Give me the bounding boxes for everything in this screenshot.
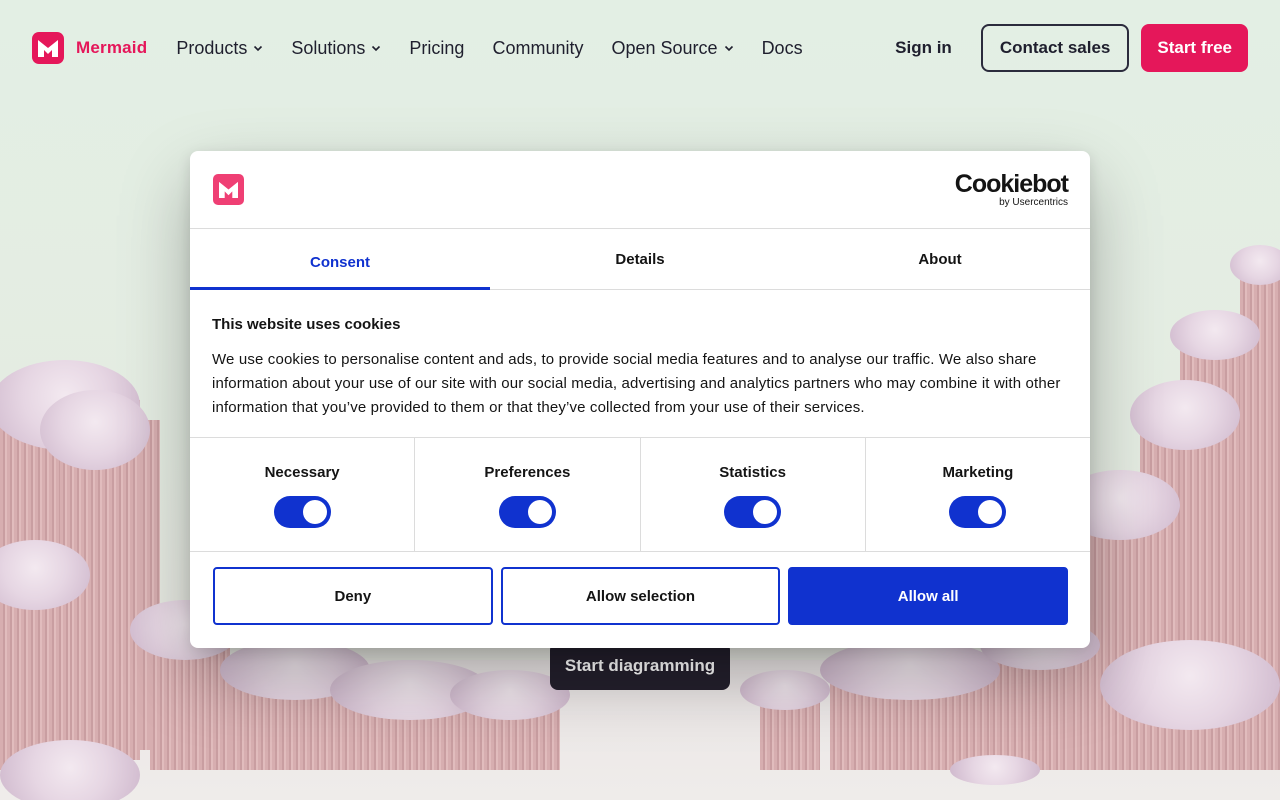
category-marketing: Marketing	[866, 438, 1090, 551]
consent-actions: Deny Allow selection Allow all	[190, 552, 1090, 625]
toggle-knob	[753, 500, 778, 524]
chevron-down-icon	[724, 45, 733, 52]
chevron-down-icon	[372, 45, 381, 52]
nav-open-source[interactable]: Open Source	[611, 38, 733, 59]
nav-label: Pricing	[409, 37, 465, 58]
cookiebot-byline: by Usercentrics	[999, 197, 1068, 208]
category-label: Statistics	[719, 464, 786, 481]
primary-nav: Products Solutions Pricing Community Ope…	[176, 38, 830, 59]
dialog-tabs: Consent Details About	[190, 229, 1090, 290]
nav-products[interactable]: Products	[176, 38, 263, 59]
consent-title: This website uses cookies	[212, 316, 401, 333]
cookie-consent-dialog: Cookiebot by Usercentrics Consent Detail…	[190, 151, 1090, 648]
nav-label: Docs	[761, 37, 803, 58]
toggle-knob	[527, 500, 552, 524]
toggle-knob	[978, 500, 1003, 524]
category-label: Necessary	[264, 464, 340, 481]
cookiebot-logo[interactable]: Cookiebot by Usercentrics	[954, 170, 1069, 208]
brand-logo[interactable]: Mermaid	[32, 32, 147, 64]
category-necessary: Necessary	[190, 438, 416, 551]
toggle-knob	[302, 500, 327, 524]
necessary-toggle[interactable]	[273, 496, 331, 528]
category-statistics: Statistics	[641, 438, 866, 551]
chevron-down-icon	[254, 45, 263, 52]
nav-actions: Sign in Contact sales Start free	[895, 24, 1248, 72]
nav-label: Products	[176, 37, 248, 58]
marketing-toggle[interactable]	[949, 496, 1007, 528]
nav-pricing[interactable]: Pricing	[409, 38, 464, 59]
tab-about[interactable]: About	[790, 229, 1090, 289]
coral-cap	[1170, 310, 1260, 360]
nav-label: Open Source	[611, 37, 718, 58]
dialog-header: Cookiebot by Usercentrics	[190, 151, 1090, 229]
consent-body: This website uses cookies We use cookies…	[190, 290, 1090, 438]
consent-description: We use cookies to personalise content an…	[212, 351, 1061, 416]
tab-details[interactable]: Details	[490, 229, 790, 289]
nav-docs[interactable]: Docs	[762, 38, 803, 59]
start-free-button[interactable]: Start free	[1141, 24, 1248, 72]
mermaid-logo-icon	[32, 32, 64, 64]
tab-consent[interactable]: Consent	[190, 229, 490, 290]
coral-cap	[950, 755, 1040, 785]
statistics-toggle[interactable]	[724, 496, 782, 528]
start-diagramming-button[interactable]: Start diagramming	[550, 642, 730, 690]
deny-button[interactable]: Deny	[213, 567, 493, 625]
nav-community[interactable]: Community	[492, 38, 583, 59]
nav-solutions[interactable]: Solutions	[291, 38, 381, 59]
cookie-category-toggles: Necessary Preferences Statistics Marketi…	[190, 438, 1090, 552]
allow-all-button[interactable]: Allow all	[788, 567, 1069, 625]
preferences-toggle[interactable]	[498, 496, 556, 528]
contact-sales-button[interactable]: Contact sales	[980, 24, 1130, 72]
category-label: Preferences	[484, 464, 571, 481]
coral-cap	[1130, 380, 1240, 450]
coral-cap	[1100, 640, 1280, 730]
sign-in-link[interactable]: Sign in	[895, 38, 952, 58]
cookiebot-wordmark: Cookiebot	[954, 170, 1069, 198]
nav-label: Solutions	[291, 37, 366, 58]
brand-name: Mermaid	[76, 38, 148, 57]
allow-selection-button[interactable]: Allow selection	[500, 567, 781, 625]
nav-label: Community	[492, 37, 584, 58]
coral-cap	[40, 390, 150, 470]
category-preferences: Preferences	[415, 438, 641, 551]
coral-cap	[740, 670, 830, 710]
mermaid-logo-icon	[213, 174, 244, 205]
top-navigation: Mermaid Products Solutions Pricing Commu…	[0, 0, 1280, 96]
category-label: Marketing	[942, 464, 1014, 481]
coral-cap	[820, 640, 1000, 700]
